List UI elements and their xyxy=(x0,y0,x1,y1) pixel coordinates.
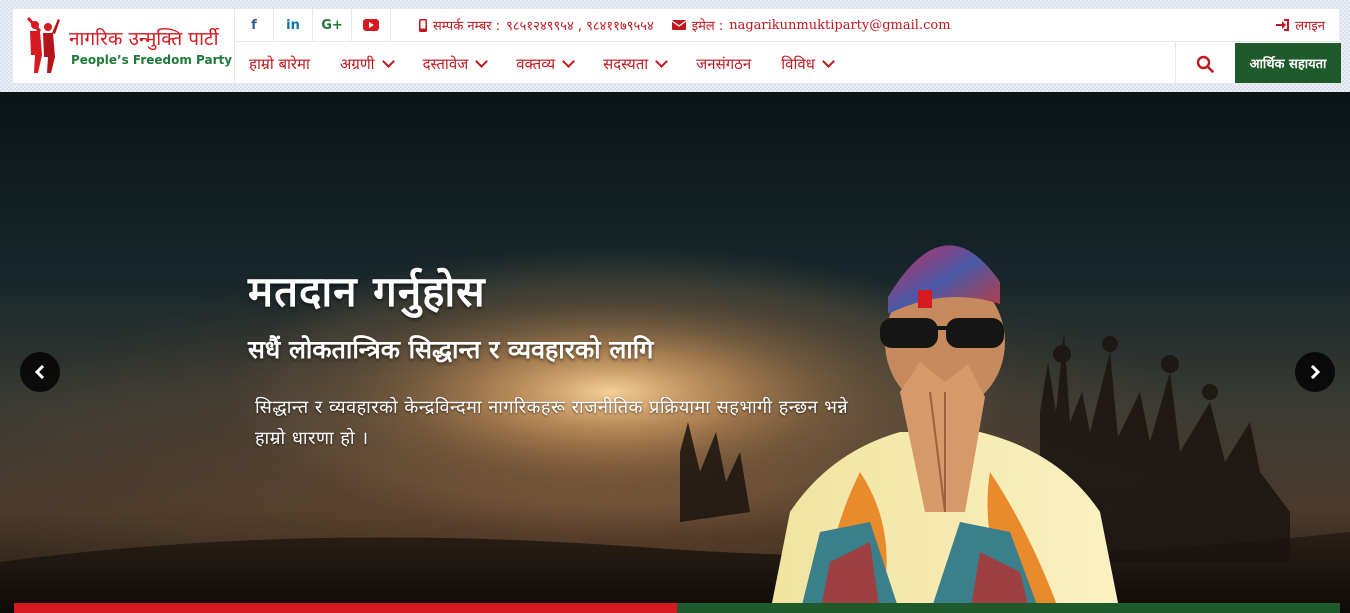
envelope-icon xyxy=(671,20,686,30)
sign-in-icon xyxy=(1276,19,1290,31)
nav-label: अग्रणी xyxy=(339,54,375,73)
login-label: लगइन xyxy=(1295,19,1325,34)
nav-label: विविध xyxy=(781,54,815,73)
brand-logo[interactable]: नागरिक उन्मुक्ति पार्टी People’s Freedom… xyxy=(13,9,235,85)
hero-subtitle: सधैं लोकतान्त्रिक सिद्धान्त र व्यवहारको … xyxy=(248,335,654,364)
search-icon xyxy=(1196,55,1214,73)
chevron-right-icon xyxy=(1310,365,1321,379)
google-plus-icon[interactable]: G+ xyxy=(313,9,352,41)
nav-item-about[interactable]: हाम्रो बारेमा xyxy=(249,54,310,74)
hero-description: सिद्धान्त र व्यवहारको केन्द्रविन्दमा नाग… xyxy=(255,397,849,449)
chevron-down-icon xyxy=(562,54,575,68)
hero-background-image xyxy=(0,245,1350,613)
linkedin-icon[interactable]: in xyxy=(274,9,313,41)
chevron-down-icon xyxy=(655,54,669,68)
nav-label: सदस्यता xyxy=(603,54,649,73)
chevron-down-icon xyxy=(822,54,835,68)
nav-item-documents[interactable]: दस्तावेज xyxy=(422,54,489,74)
donate-button[interactable]: आर्थिक सहायता xyxy=(1235,43,1341,83)
nav-item-miscellaneous[interactable]: विविध xyxy=(781,54,835,74)
nav-item-membership[interactable]: सदस्यता xyxy=(603,54,669,74)
phone-number[interactable]: ९८५१२४९९५४ , ९८४११७९५५४ xyxy=(506,16,654,34)
nav-item-mass-organization[interactable]: जनसंगठन xyxy=(696,54,751,74)
phone-icon xyxy=(419,18,427,32)
nav-label: जनसंगठन xyxy=(696,54,752,73)
slider-prev-button[interactable] xyxy=(20,352,60,392)
chevron-left-icon xyxy=(34,365,45,379)
site-header: नागरिक उन्मुक्ति पार्टी People’s Freedom… xyxy=(12,8,1341,85)
slider-next-button[interactable] xyxy=(1295,352,1335,392)
nav-item-leaders[interactable]: अग्रणी xyxy=(339,54,395,74)
chevron-down-icon xyxy=(381,54,395,68)
hero-title: मतदान गर्नुहोस xyxy=(248,267,486,316)
nav-label: हाम्रो बारेमा xyxy=(249,54,310,73)
contact-info: सम्पर्क नम्बर : ९८५१२४९९५४ , ९८४११७९५५४ … xyxy=(419,9,951,41)
party-logo-icon xyxy=(27,17,60,73)
login-link[interactable]: लगइन xyxy=(1276,9,1325,41)
social-links: f in G+ xyxy=(235,9,391,41)
search-button[interactable] xyxy=(1175,42,1234,85)
brand-stripe-green xyxy=(677,603,1340,613)
chevron-down-icon xyxy=(475,54,489,68)
email-label: इमेल : xyxy=(691,19,724,34)
phone-label: सम्पर्क नम्बर : xyxy=(433,19,501,34)
nav-label: दस्तावेज xyxy=(422,54,469,73)
email-address[interactable]: nagarikunmuktiparty@gmail.com xyxy=(729,18,950,33)
brand-name-nepali: नागरिक उन्मुक्ति पार्टी xyxy=(69,28,219,50)
brand-name-english: People’s Freedom Party xyxy=(71,53,233,67)
nav-label: वक्तव्य xyxy=(516,54,556,73)
hero-slider: मतदान गर्नुहोस सधैं लोकतान्त्रिक सिद्धान… xyxy=(0,92,1350,613)
youtube-icon[interactable] xyxy=(352,9,391,41)
brand-stripe-red xyxy=(14,603,677,613)
main-nav: हाम्रो बारेमा अग्रणी दस्तावेज वक्तव्य सद… xyxy=(235,42,849,85)
facebook-icon[interactable]: f xyxy=(235,9,274,41)
nav-item-statements[interactable]: वक्तव्य xyxy=(516,54,575,74)
